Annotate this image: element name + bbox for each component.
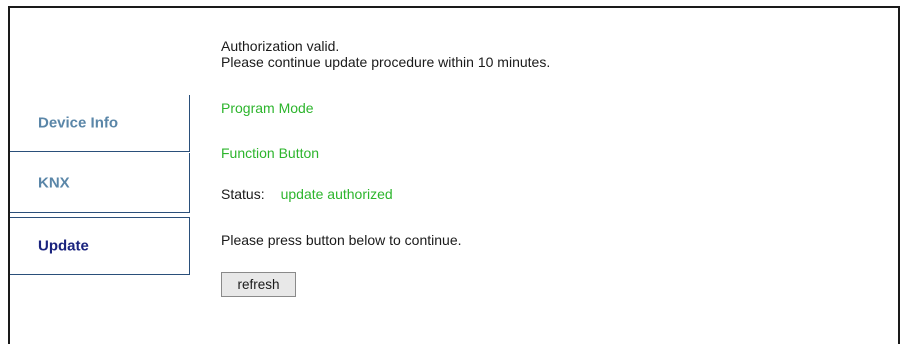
status-row: Status: update authorized [221, 186, 393, 202]
refresh-button[interactable]: refresh [221, 272, 296, 297]
sidebar-item-update[interactable]: Update [10, 217, 190, 275]
function-button-indicator: Function Button [221, 145, 320, 161]
status-value: update authorized [280, 186, 393, 202]
sidebar-item-label: Update [38, 237, 89, 255]
program-mode-indicator: Program Mode [221, 100, 314, 116]
continue-instruction: Please press button below to continue. [221, 232, 462, 248]
sidebar-item-label: KNX [38, 174, 70, 191]
status-label: Status: [221, 186, 265, 202]
authorization-instruction: Please continue update procedure within … [221, 54, 551, 70]
sidebar-item-device-info[interactable]: Device Info [10, 95, 190, 152]
sidebar-item-knx[interactable]: KNX [10, 153, 190, 213]
authorization-message: Authorization valid. [221, 38, 340, 54]
sidebar-item-label: Device Info [38, 114, 119, 132]
